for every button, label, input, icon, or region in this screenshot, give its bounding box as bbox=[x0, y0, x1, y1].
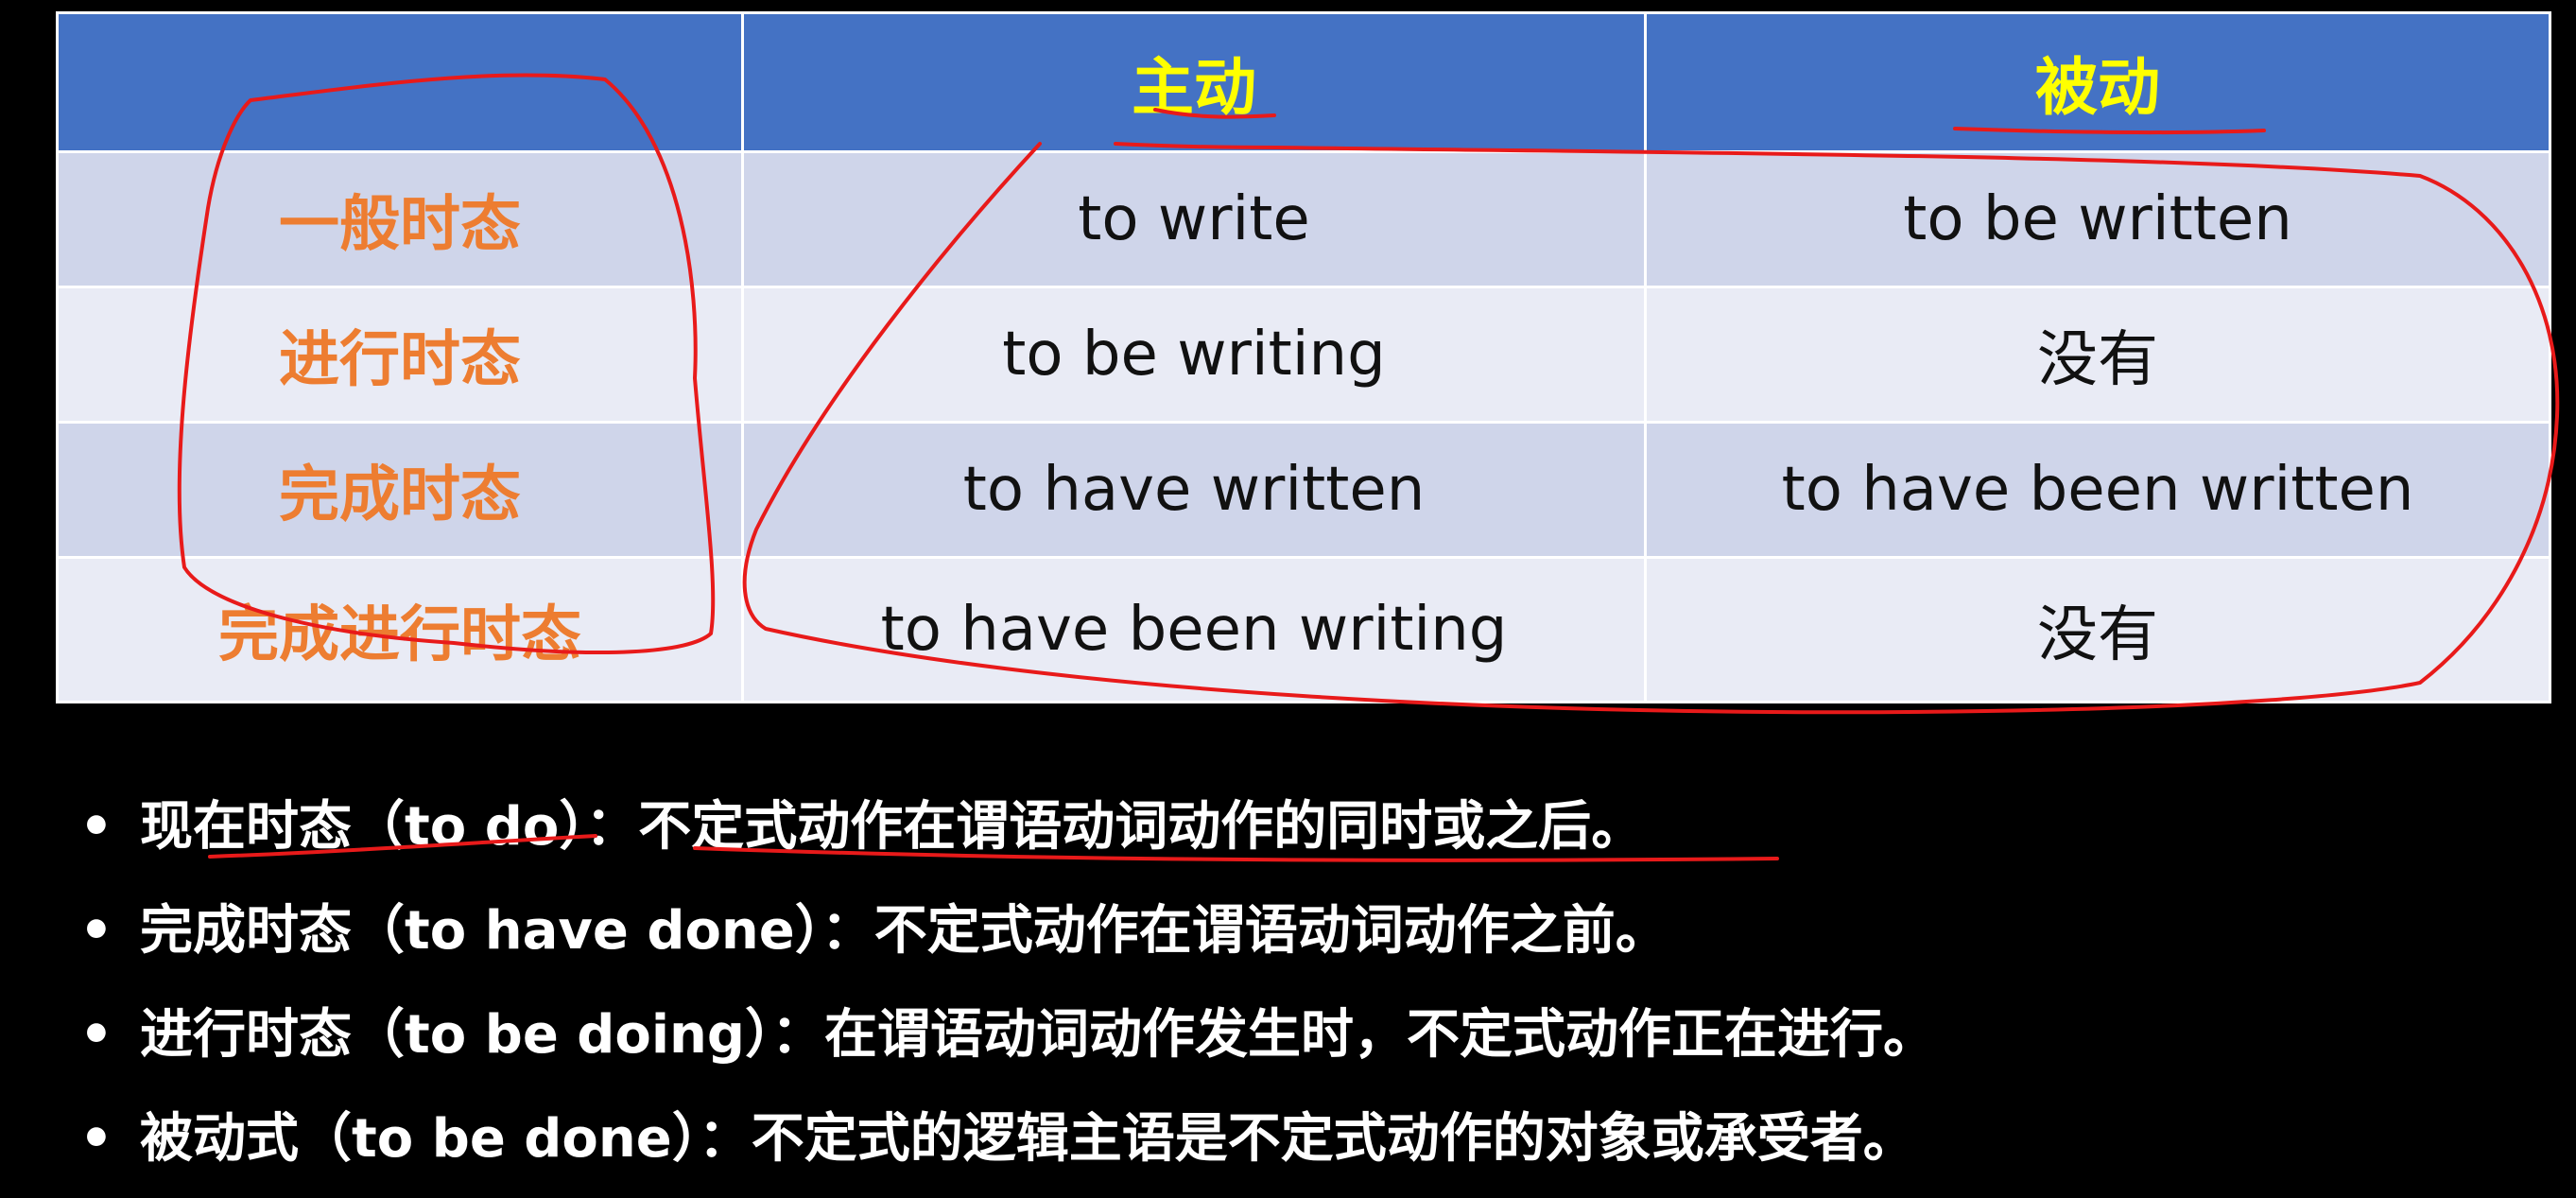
bullet-dot-icon: • bbox=[79, 1108, 113, 1170]
cell-passive: 没有 bbox=[1644, 286, 2551, 424]
table-row: 进行时态 to be writing 没有 bbox=[56, 286, 2551, 424]
row-label-simple: 一般时态 bbox=[56, 150, 744, 288]
cell-active: to write bbox=[741, 150, 1647, 288]
cell-active: to have written bbox=[741, 421, 1647, 559]
header-active: 主动 bbox=[741, 11, 1647, 153]
row-label-progressive: 进行时态 bbox=[56, 286, 744, 424]
infinitive-tense-table: 主动 被动 一般时态 to write to be written 进行时态 t… bbox=[56, 11, 2551, 703]
bullet-dot-icon: • bbox=[79, 1004, 113, 1066]
slide: 主动 被动 一般时态 to write to be written 进行时态 t… bbox=[0, 0, 2576, 1198]
table-row: 完成进行时态 to have been writing 没有 bbox=[56, 556, 2551, 703]
cell-passive: 没有 bbox=[1644, 556, 2551, 703]
rules-list: • 现在时态（to do）：不定式动作在谓语动词动作的同时或之后。 • 完成时态… bbox=[79, 775, 2499, 1191]
list-item: • 完成时态（to have done）：不定式动作在谓语动词动作之前。 bbox=[79, 879, 2499, 983]
rule-text: 现在时态（to do）：不定式动作在谓语动词动作的同时或之后。 bbox=[140, 796, 1645, 858]
table-row: 完成时态 to have written to have been writte… bbox=[56, 421, 2551, 559]
header-corner-cell bbox=[56, 11, 744, 153]
list-item: • 被动式（to be done）：不定式的逻辑主语是不定式动作的对象或承受者。 bbox=[79, 1087, 2499, 1191]
cell-active: to have been writing bbox=[741, 556, 1647, 703]
row-label-perfect-progressive: 完成进行时态 bbox=[56, 556, 744, 703]
bullet-dot-icon: • bbox=[79, 796, 113, 858]
cell-passive: to have been written bbox=[1644, 421, 2551, 559]
list-item: • 现在时态（to do）：不定式动作在谓语动词动作的同时或之后。 bbox=[79, 775, 2499, 879]
row-label-perfect: 完成时态 bbox=[56, 421, 744, 559]
rule-text: 完成时态（to have done）：不定式动作在谓语动词动作之前。 bbox=[140, 900, 1668, 962]
rule-text: 进行时态（to be doing）：在谓语动词动作发生时，不定式动作正在进行。 bbox=[140, 1004, 1937, 1066]
header-passive: 被动 bbox=[1644, 11, 2551, 153]
list-item: • 进行时态（to be doing）：在谓语动词动作发生时，不定式动作正在进行… bbox=[79, 983, 2499, 1087]
bullet-dot-icon: • bbox=[79, 900, 113, 962]
rule-text: 被动式（to be done）：不定式的逻辑主语是不定式动作的对象或承受者。 bbox=[140, 1108, 1916, 1170]
table-row: 一般时态 to write to be written bbox=[56, 150, 2551, 288]
cell-active: to be writing bbox=[741, 286, 1647, 424]
table-header-row: 主动 被动 bbox=[56, 11, 2551, 153]
cell-passive: to be written bbox=[1644, 150, 2551, 288]
